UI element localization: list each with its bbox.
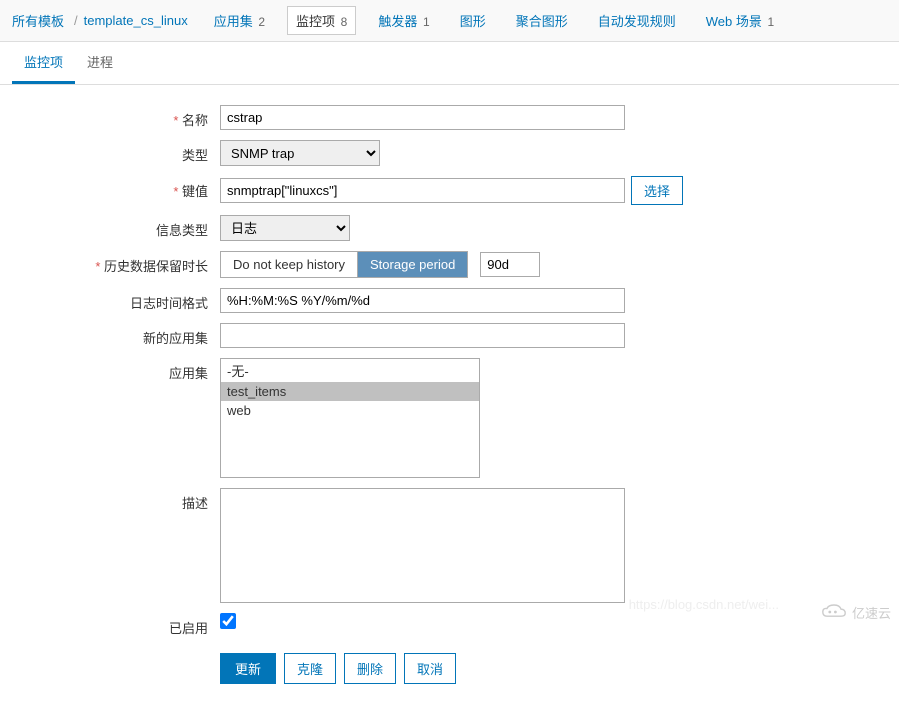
nav-items[interactable]: 监控项 8	[287, 6, 356, 35]
list-item[interactable]: -无-	[221, 359, 479, 382]
cloud-icon	[820, 602, 848, 622]
nav-applications[interactable]: 应用集 2	[206, 7, 273, 34]
history-value-input[interactable]	[480, 252, 540, 277]
info-type-label: 信息类型	[20, 215, 220, 239]
history-no-keep[interactable]: Do not keep history	[221, 252, 358, 277]
desc-label: 描述	[20, 488, 220, 512]
history-storage-period[interactable]: Storage period	[358, 252, 467, 277]
delete-button[interactable]: 删除	[344, 653, 396, 684]
action-row: 更新 克隆 删除 取消	[220, 653, 879, 684]
desc-textarea[interactable]	[220, 488, 625, 603]
clone-button[interactable]: 克隆	[284, 653, 336, 684]
watermark-blog: https://blog.csdn.net/wei...	[629, 597, 779, 612]
apps-label: 应用集	[20, 358, 220, 382]
type-select[interactable]: SNMP trap	[220, 140, 380, 166]
nav-screens[interactable]: 聚合图形	[508, 7, 576, 34]
history-toggle-group: Do not keep history Storage period	[220, 251, 468, 278]
update-button[interactable]: 更新	[220, 653, 276, 684]
tab-item[interactable]: 监控项	[12, 42, 75, 84]
enabled-label: 已启用	[20, 613, 220, 637]
breadcrumb-template-name[interactable]: template_cs_linux	[84, 13, 188, 28]
newapp-input[interactable]	[220, 323, 625, 348]
newapp-label: 新的应用集	[20, 323, 220, 347]
nav-triggers[interactable]: 触发器 1	[370, 7, 437, 34]
cancel-button[interactable]: 取消	[404, 653, 456, 684]
nav-web[interactable]: Web 场景 1	[698, 7, 782, 34]
history-label: 历史数据保留时长	[20, 251, 220, 275]
sub-nav: 监控项 进程	[0, 42, 899, 85]
key-label: 键值	[20, 176, 220, 200]
logtime-label: 日志时间格式	[20, 288, 220, 312]
nav-graphs[interactable]: 图形	[452, 7, 494, 34]
type-label: 类型	[20, 140, 220, 164]
name-input[interactable]	[220, 105, 625, 130]
key-select-button[interactable]: 选择	[631, 176, 683, 205]
breadcrumb-separator: /	[74, 13, 78, 28]
name-label: 名称	[20, 105, 220, 129]
list-item[interactable]: web	[221, 401, 479, 420]
watermark-brand: 亿速云	[820, 602, 891, 622]
top-nav: 所有模板 / template_cs_linux 应用集 2 监控项 8 触发器…	[0, 0, 899, 42]
enabled-checkbox[interactable]	[220, 613, 236, 629]
nav-discovery[interactable]: 自动发现规则	[590, 7, 684, 34]
list-item[interactable]: test_items	[221, 382, 479, 401]
logtime-input[interactable]	[220, 288, 625, 313]
breadcrumb-all-templates[interactable]: 所有模板	[12, 11, 64, 30]
tab-process[interactable]: 进程	[75, 42, 125, 84]
apps-listbox[interactable]: -无- test_items web	[220, 358, 480, 478]
info-type-select[interactable]: 日志	[220, 215, 350, 241]
key-input[interactable]	[220, 178, 625, 203]
